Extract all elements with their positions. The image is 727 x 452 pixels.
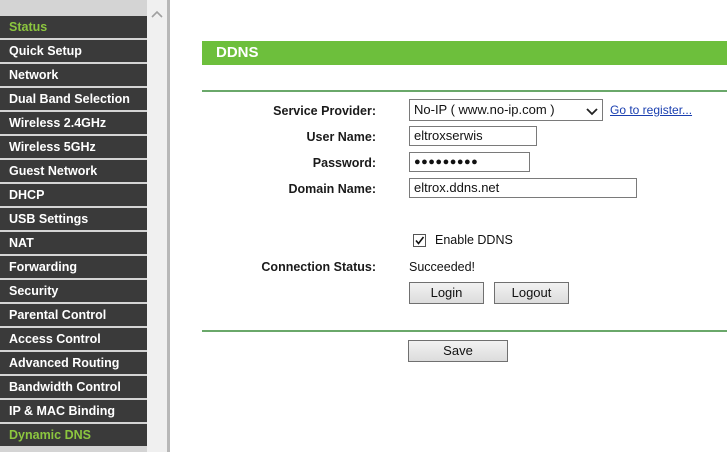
logout-button[interactable]: Logout xyxy=(494,282,569,304)
service-provider-label: Service Provider: xyxy=(273,104,376,118)
enable-ddns-checkbox[interactable] xyxy=(413,234,426,247)
sidebar-scrollbar[interactable] xyxy=(147,0,167,452)
sidebar-item-bandwidth-control[interactable]: Bandwidth Control xyxy=(0,376,147,398)
username-field[interactable]: eltroxserwis xyxy=(409,126,537,146)
sidebar-item-wireless-2-4ghz[interactable]: Wireless 2.4GHz xyxy=(0,112,147,134)
connection-status-value: Succeeded! xyxy=(409,260,476,274)
save-button[interactable]: Save xyxy=(408,340,508,362)
checkmark-icon xyxy=(415,236,425,245)
sidebar-item-usb-settings[interactable]: USB Settings xyxy=(0,208,147,230)
login-button[interactable]: Login xyxy=(409,282,484,304)
sidebar-item-status[interactable]: Status xyxy=(0,16,147,38)
register-link[interactable]: Go to register... xyxy=(610,103,692,117)
connection-status-label: Connection Status: xyxy=(261,260,376,274)
sidebar-item-dual-band-selection[interactable]: Dual Band Selection xyxy=(0,88,147,110)
sidebar-item-wireless-5ghz[interactable]: Wireless 5GHz xyxy=(0,136,147,158)
domain-name-field[interactable]: eltrox.ddns.net xyxy=(409,178,637,198)
sidebar-item-dynamic-dns[interactable]: Dynamic DNS xyxy=(0,424,147,446)
password-field[interactable]: ●●●●●●●●● xyxy=(409,152,530,172)
sidebar-item-ip-mac-binding[interactable]: IP & MAC Binding xyxy=(0,400,147,422)
chevron-down-icon xyxy=(585,104,599,124)
service-provider-value: No-IP ( www.no-ip.com ) xyxy=(414,102,555,117)
sidebar-item-security[interactable]: Security xyxy=(0,280,147,302)
domain-name-label: Domain Name: xyxy=(288,182,376,196)
sidebar-item-forwarding[interactable]: Forwarding xyxy=(0,256,147,278)
sidebar-item-dhcp[interactable]: DHCP xyxy=(0,184,147,206)
sidebar-nav: Status Quick Setup Network Dual Band Select… xyxy=(0,0,147,452)
password-label: Password: xyxy=(312,156,376,170)
scroll-up-icon[interactable] xyxy=(147,4,167,24)
sidebar-item-quick-setup[interactable]: Quick Setup xyxy=(0,40,147,62)
sidebar-item-advanced-routing[interactable]: Advanced Routing xyxy=(0,352,147,374)
username-label: User Name: xyxy=(306,130,376,144)
enable-ddns-label: Enable DDNS xyxy=(435,233,513,247)
sidebar-item-parental-control[interactable]: Parental Control xyxy=(0,304,147,326)
section-divider-bottom xyxy=(202,330,727,332)
main-content: DDNS Service Provider: No-IP ( www.no-ip… xyxy=(170,0,727,452)
sidebar-item-nat[interactable]: NAT xyxy=(0,232,147,254)
sidebar-list: Status Quick Setup Network Dual Band Select… xyxy=(0,16,147,448)
section-divider-top xyxy=(202,90,727,92)
sidebar-item-network[interactable]: Network xyxy=(0,64,147,86)
sidebar-item-access-control[interactable]: Access Control xyxy=(0,328,147,350)
sidebar-item-guest-network[interactable]: Guest Network xyxy=(0,160,147,182)
scrollbar-track[interactable] xyxy=(147,26,167,452)
service-provider-select[interactable]: No-IP ( www.no-ip.com ) xyxy=(409,99,603,121)
page-title: DDNS xyxy=(202,41,727,65)
